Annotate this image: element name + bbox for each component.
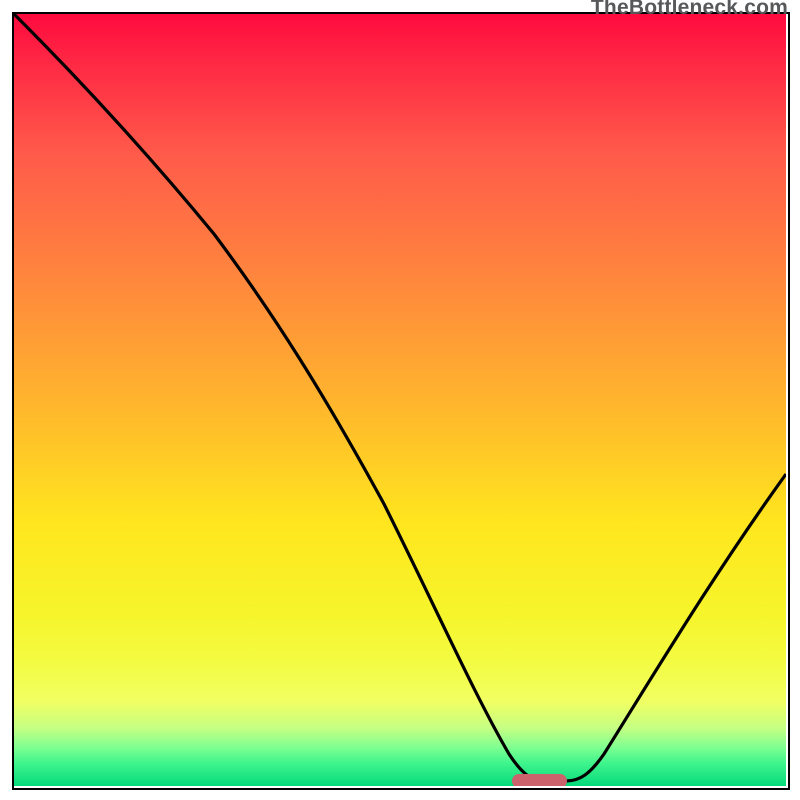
bottleneck-chart: TheBottleneck.com [0, 0, 800, 800]
chart-axes-frame [12, 12, 790, 790]
watermark-text: TheBottleneck.com [591, 0, 788, 20]
